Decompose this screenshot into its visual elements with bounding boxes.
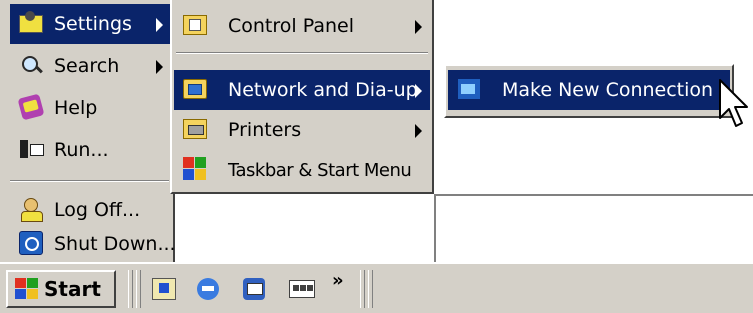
- settings-item-control-panel[interactable]: Control Panel: [174, 6, 430, 46]
- start-item-label: Search: [54, 55, 120, 77]
- settings-submenu: Control Panel Network and Dia-up Printer…: [170, 0, 434, 194]
- start-item-shut-down[interactable]: Shut Down...: [10, 224, 176, 264]
- settings-item-label: Taskbar & Start Menu: [228, 159, 412, 181]
- settings-item-label: Printers: [228, 119, 302, 141]
- menu-separator: [10, 180, 169, 182]
- start-item-label: Help: [54, 97, 98, 119]
- run-icon: [18, 136, 44, 162]
- search-icon: [18, 52, 44, 78]
- quick-launch-overflow-button[interactable]: »: [332, 270, 344, 291]
- submenu-arrow-icon: [415, 84, 422, 98]
- settings-item-network[interactable]: Network and Dia-up: [174, 70, 430, 110]
- settings-item-label: Control Panel: [228, 15, 354, 37]
- make-new-connection-icon: [456, 76, 482, 102]
- printers-icon: [182, 116, 208, 142]
- settings-icon: [18, 10, 44, 36]
- taskbar: Start »: [0, 262, 753, 313]
- submenu-arrow-icon: [156, 18, 163, 32]
- shut-down-icon: [18, 230, 44, 256]
- taskbar-grip[interactable]: [368, 270, 373, 308]
- taskbar-icon: [182, 156, 208, 182]
- log-off-icon: [18, 196, 44, 222]
- network-submenu: Make New Connection: [444, 64, 734, 118]
- network-folder-icon: [182, 76, 208, 102]
- submenu-arrow-icon: [156, 60, 163, 74]
- mouse-cursor-icon: [719, 79, 748, 127]
- background-window: [434, 194, 753, 262]
- start-item-help[interactable]: Help: [10, 88, 171, 128]
- network-item-make-new-connection[interactable]: Make New Connection: [448, 70, 730, 110]
- quick-launch-grip[interactable]: [128, 270, 133, 308]
- control-panel-icon: [182, 12, 208, 38]
- quick-launch-grip[interactable]: [136, 270, 141, 308]
- start-item-label: Shut Down...: [54, 233, 176, 255]
- submenu-arrow-icon: [415, 20, 422, 34]
- start-item-search[interactable]: Search: [10, 46, 171, 86]
- taskbar-grip[interactable]: [360, 270, 365, 308]
- start-item-run[interactable]: Run...: [10, 130, 171, 170]
- internet-explorer-icon[interactable]: [194, 276, 222, 302]
- help-icon: [17, 93, 45, 121]
- menu-separator: [176, 52, 428, 54]
- start-item-settings[interactable]: Settings: [10, 4, 171, 44]
- settings-item-taskbar[interactable]: Taskbar & Start Menu: [174, 150, 430, 190]
- settings-item-label: Network and Dia-up: [228, 79, 418, 101]
- network-item-label: Make New Connection: [502, 79, 714, 101]
- show-desktop-icon[interactable]: [150, 276, 178, 302]
- start-item-label: Run...: [54, 139, 109, 161]
- submenu-arrow-icon: [415, 124, 422, 138]
- start-item-label: Settings: [54, 13, 132, 35]
- start-menu: Settings Search Help Run... Log Off... S…: [0, 0, 176, 264]
- media-icon[interactable]: [288, 276, 316, 302]
- start-button[interactable]: Start: [6, 270, 116, 308]
- start-item-label: Log Off...: [54, 199, 141, 221]
- settings-item-printers[interactable]: Printers: [174, 110, 430, 150]
- windows-logo-icon: [14, 277, 40, 301]
- start-button-label: Start: [44, 277, 101, 301]
- outlook-express-icon[interactable]: [240, 276, 268, 302]
